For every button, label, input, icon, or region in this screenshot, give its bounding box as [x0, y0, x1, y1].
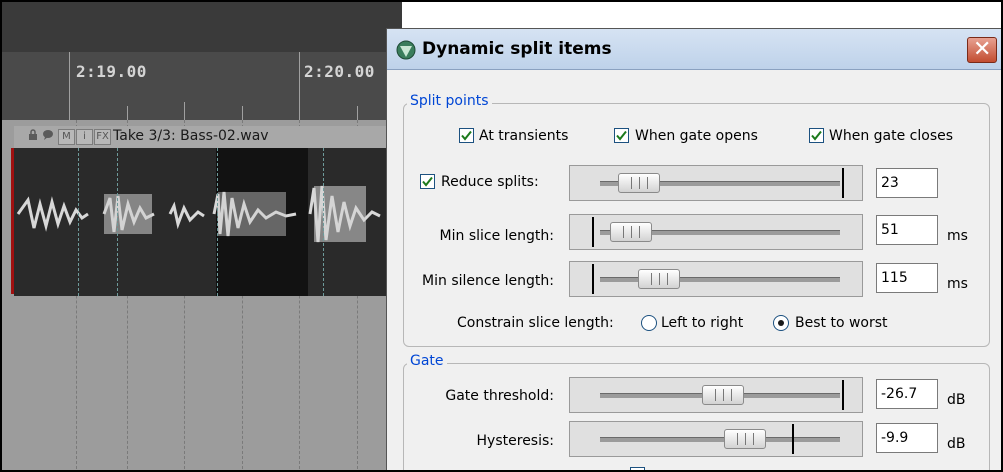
- slider-marker: [792, 424, 794, 454]
- slider-track: [600, 437, 840, 442]
- split-points-group-title: Split points: [407, 93, 492, 109]
- left-to-right-radio[interactable]: [641, 315, 657, 331]
- when-gate-opens-label[interactable]: When gate opens: [635, 128, 758, 144]
- reduce-splits-label[interactable]: Reduce splits:: [441, 174, 539, 190]
- checkmark-icon: [811, 130, 822, 141]
- slider-thumb[interactable]: [618, 173, 660, 193]
- slider-marker: [842, 168, 844, 198]
- min-silence-length-label: Min silence length:: [422, 273, 554, 289]
- checkmark-icon: [422, 176, 433, 187]
- at-transients-label[interactable]: At transients: [479, 128, 568, 144]
- constrain-slice-length-label: Constrain slice length:: [457, 315, 614, 331]
- hysteresis-unit: dB: [947, 436, 966, 452]
- ruler-minor-tick: [127, 106, 128, 120]
- gate-group-title: Gate: [407, 353, 447, 369]
- hysteresis-slider[interactable]: [569, 421, 863, 457]
- reduce-splits-checkbox[interactable]: [420, 174, 435, 189]
- min-slice-length-unit: ms: [947, 228, 968, 244]
- best-to-worst-label[interactable]: Best to worst: [795, 315, 888, 331]
- left-to-right-label[interactable]: Left to right: [661, 315, 743, 331]
- slider-thumb[interactable]: [610, 222, 652, 242]
- slider-thumb[interactable]: [702, 385, 744, 405]
- ruler-minor-tick: [184, 102, 185, 120]
- gate-threshold-value[interactable]: -26.7: [876, 379, 938, 409]
- ruler-top-band: [2, 2, 402, 52]
- best-to-worst-radio[interactable]: [773, 315, 789, 331]
- min-slice-length-slider[interactable]: [569, 214, 863, 250]
- reaper-app-icon: [396, 40, 416, 60]
- slider-track: [600, 277, 840, 282]
- take-name: Take 3/3: Bass-02.wav: [113, 128, 269, 144]
- slider-marker: [592, 217, 594, 247]
- min-slice-length-label: Min slice length:: [439, 228, 554, 244]
- radio-selected-dot: [778, 320, 784, 326]
- checkmark-icon: [616, 130, 627, 141]
- split-marker: [78, 148, 79, 296]
- item-edge-marker: [11, 148, 14, 294]
- timeline-ruler[interactable]: 2:19.00 2:20.00: [2, 2, 402, 120]
- ruler-major-tick: [69, 52, 70, 120]
- gate-threshold-slider[interactable]: [569, 377, 863, 413]
- gate-threshold-unit: dB: [947, 392, 966, 408]
- min-silence-length-slider[interactable]: [569, 261, 863, 297]
- when-gate-closes-label[interactable]: When gate closes: [829, 128, 953, 144]
- ruler-minor-tick: [242, 106, 243, 120]
- screenshot-frame: 2:19.00 2:20.00 M i FX Take 3/3: Bass-02…: [0, 0, 1003, 472]
- when-gate-opens-checkbox[interactable]: [614, 128, 629, 143]
- ruler-time-label: 2:20.00: [304, 62, 375, 81]
- split-marker: [323, 148, 324, 296]
- reduce-splits-value[interactable]: 23: [876, 168, 938, 198]
- hysteresis-value[interactable]: -9.9: [876, 423, 938, 453]
- hysteresis-label: Hysteresis:: [476, 433, 554, 449]
- dialog-title: Dynamic split items: [422, 39, 612, 59]
- min-silence-length-value[interactable]: 115: [876, 263, 938, 293]
- ruler-minor-tick: [357, 106, 358, 120]
- split-marker: [117, 148, 118, 296]
- close-icon: ✕: [973, 37, 992, 62]
- dialog-titlebar[interactable]: Dynamic split items ✕: [387, 29, 1001, 70]
- speech-bubble-icon[interactable]: [42, 129, 54, 144]
- checkmark-icon: [461, 130, 472, 141]
- slider-marker: [592, 264, 594, 294]
- reduce-splits-slider[interactable]: [569, 165, 863, 201]
- media-item[interactable]: M i FX Take 3/3: Bass-02.wav: [14, 126, 400, 296]
- slider-thumb[interactable]: [724, 429, 766, 449]
- partial-checkbox[interactable]: [630, 467, 645, 470]
- min-silence-length-unit: ms: [947, 276, 968, 292]
- item-info-button[interactable]: i: [76, 129, 93, 145]
- split-marker: [217, 148, 218, 296]
- gate-threshold-label: Gate threshold:: [445, 388, 554, 404]
- ruler-time-label: 2:19.00: [76, 62, 147, 81]
- when-gate-closes-checkbox[interactable]: [809, 128, 824, 143]
- ruler-major-tick: [299, 52, 300, 120]
- item-fx-button[interactable]: FX: [94, 129, 111, 145]
- slider-thumb[interactable]: [638, 269, 680, 289]
- waveform: [16, 185, 381, 243]
- item-header[interactable]: M i FX Take 3/3: Bass-02.wav: [14, 126, 400, 149]
- mute-button[interactable]: M: [58, 129, 75, 145]
- min-slice-length-value[interactable]: 51: [876, 215, 938, 245]
- close-button[interactable]: ✕: [967, 37, 997, 63]
- dynamic-split-dialog[interactable]: Dynamic split items ✕ Split points At tr…: [386, 28, 1001, 470]
- slider-marker: [842, 380, 844, 410]
- lock-icon[interactable]: [28, 129, 38, 144]
- at-transients-checkbox[interactable]: [459, 128, 474, 143]
